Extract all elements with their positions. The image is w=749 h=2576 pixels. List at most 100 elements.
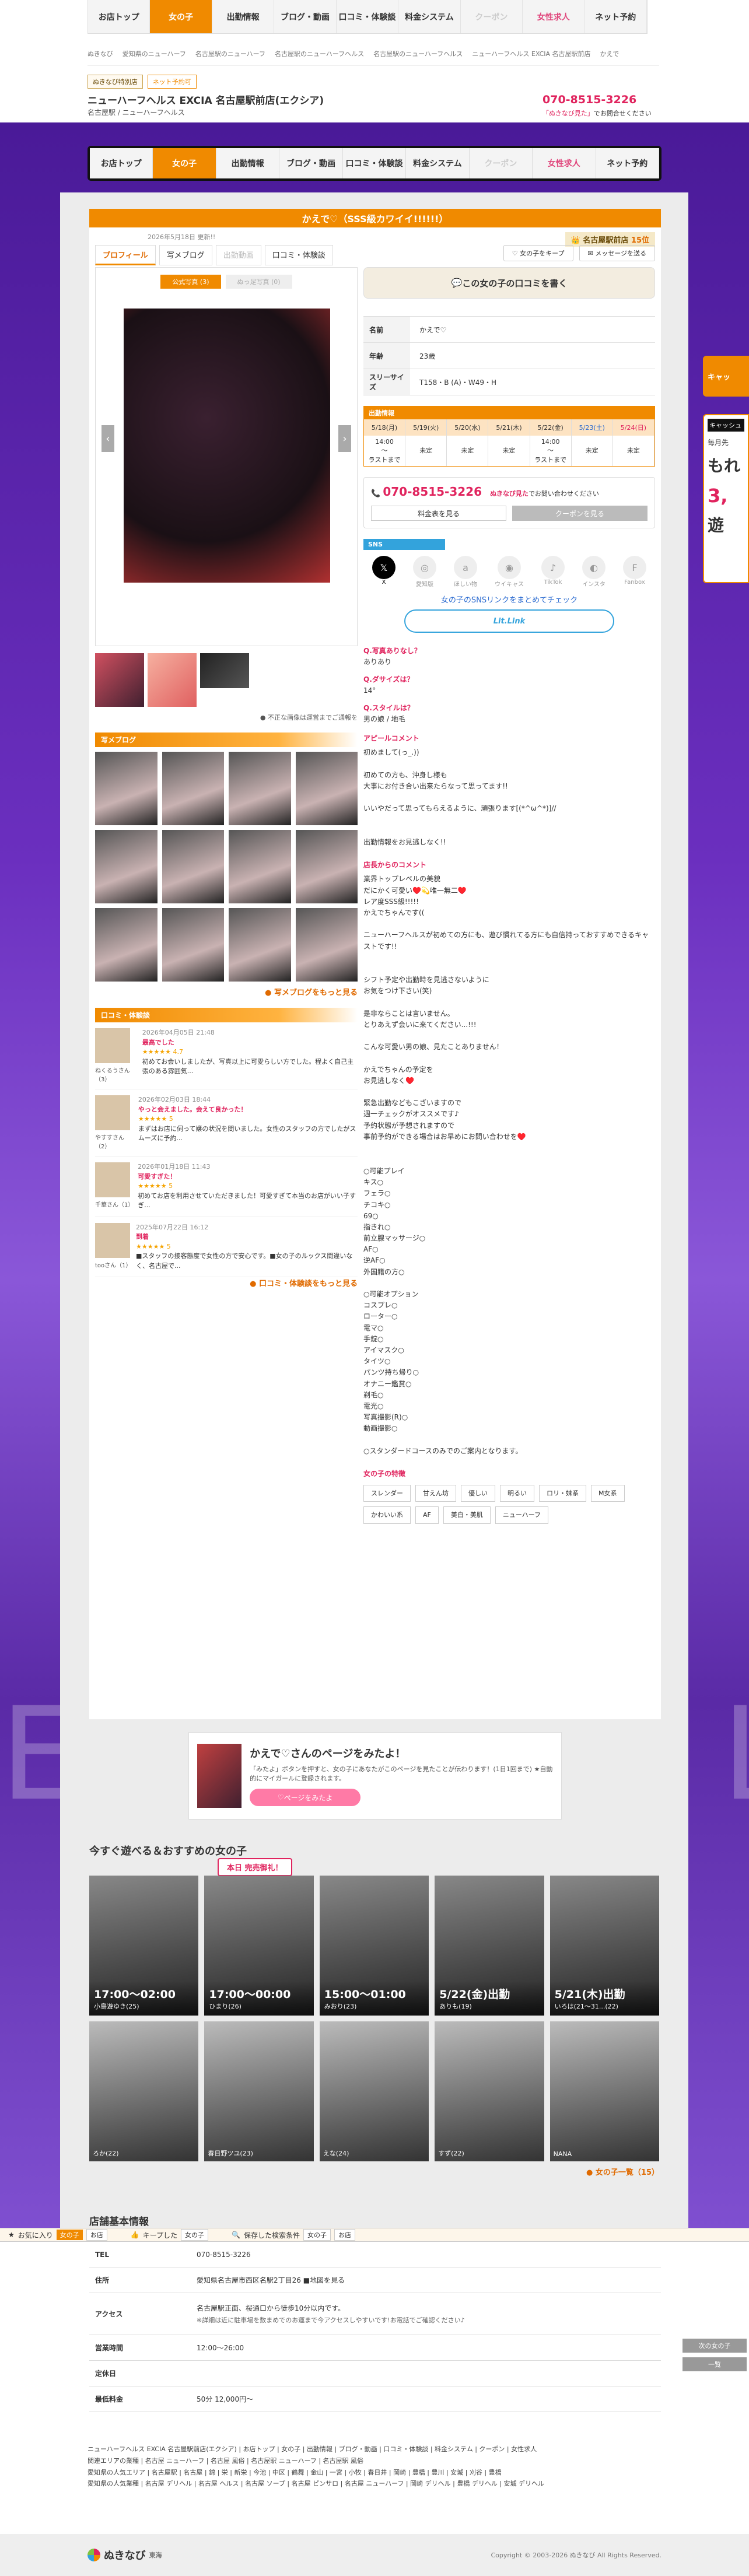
feature-tags: スレンダー 甘えん坊 優しい 明るい ロリ・妹系 M女系かわいい系 AF 美白・美肌 ニューハー… [363,1485,655,1524]
side-cashback-banner[interactable]: キャッシュ 毎月先 もれ 3, 遊 [703,414,749,583]
photo-report-note[interactable]: ● 不正な画像は運営までご通報を [95,713,358,722]
review-item[interactable]: tooさん（1） 2025年07月22日 16:12 到着 ★★★★★ 5 ■スタッフの… [95,1217,358,1277]
girls-list-link[interactable]: ● 女の子一覧（15） [89,2166,659,2177]
recommend-card[interactable]: 春日野ツユ(23) [204,2021,314,2161]
blog-image[interactable] [162,752,224,825]
recommend-card[interactable]: えな(24) [319,2021,429,2161]
sns-item: a ほしい物 [454,556,477,588]
review-item[interactable]: 千華さん（1） 2026年01月18日 11:43 可愛すぎた！ ★★★★★ 5 初めて… [95,1156,358,1217]
blog-more-link[interactable]: ● 写メブログをもっと見る [95,986,358,997]
thumbnail[interactable] [148,653,197,707]
feature-tag[interactable]: AF [415,1506,439,1524]
nav-item[interactable]: クーポン [461,0,523,33]
nav-item[interactable]: 料金システム [398,0,461,33]
extra-photo-tab[interactable]: ぬっ足写真 (0) [225,275,292,289]
nav-item[interactable]: お店トップ [90,148,153,178]
nav-item[interactable]: 出勤情報 [212,0,275,33]
feature-tag[interactable]: 美白・美肌 [443,1506,491,1524]
nav-item[interactable]: 女の子 [150,0,212,33]
nav-item[interactable]: 出勤情報 [216,148,280,178]
keep-button[interactable]: ♡ 女の子をキープ [503,245,573,261]
nav-item[interactable]: 女の子 [153,148,216,178]
nav-item[interactable]: クーポン [469,148,533,178]
recommend-card[interactable]: 17:00〜02:00 小鳥遊ゆき(25) [89,1876,199,2016]
nav-item[interactable]: お店トップ [88,0,150,33]
nav-item[interactable]: ブログ・動画 [279,148,343,178]
recommend-card[interactable]: 15:00〜01:00 みおり(23) [319,1876,429,2016]
nav-item[interactable]: 口コミ・体験談 [337,0,399,33]
header-tel[interactable]: 070-8515-3226 「ぬきなび見た」でお問合せください [542,93,652,118]
blog-image[interactable] [295,830,358,903]
main-photo[interactable] [124,309,330,583]
nav-item[interactable]: 料金システム [406,148,470,178]
tel-number[interactable]: 070-8515-3226 [383,485,482,499]
nav-item[interactable]: 女性求人 [523,0,585,33]
nav-item[interactable]: ネット予約 [596,148,659,178]
recommend-card[interactable]: NANA [550,2021,659,2161]
blog-image[interactable] [295,752,358,825]
feature-tag[interactable]: 甘えん坊 [415,1485,456,1502]
thumbnail[interactable] [95,653,144,707]
feature-tag[interactable]: スレンダー [363,1485,411,1502]
girl-tab[interactable]: 出勤動画 [215,245,261,265]
review-item[interactable]: ねくるうさん（3） 2026年04月05日 21:48 最高でした ★★★★★ 4.7… [95,1022,358,1089]
feature-tag[interactable]: M女系 [591,1485,625,1502]
feature-tag[interactable]: 優しい [461,1485,495,1502]
blog-image[interactable] [162,830,224,903]
review-item[interactable]: やすすさん（2） 2026年02月03日 18:44 やっと会えました。会えて良かっ… [95,1089,358,1156]
girl-tab[interactable]: 口コミ・体験談 [264,245,333,265]
recommend-card[interactable]: 17:00〜00:00 ひまり(26) [204,1876,314,2016]
breadcrumb-item[interactable]: ニューハーフヘルス EXCIA 名古屋駅前店 [472,49,590,58]
feature-tag[interactable]: ニューハーフ [495,1506,548,1524]
nav-item[interactable]: ネット予約 [585,0,647,33]
feature-tag[interactable]: ロリ・妹系 [539,1485,586,1502]
prev-arrow-icon[interactable]: ‹ [102,425,114,452]
breadcrumb-item[interactable]: ぬきなび [88,49,113,58]
sns-link-text[interactable]: 女の子のSNSリンクをまとめてチェック [363,594,655,605]
thumbnail[interactable] [200,653,249,688]
blog-image[interactable] [295,908,358,982]
next-girl-button[interactable]: 次の女の子 [682,2339,747,2353]
shop-info-row: アクセス 名古屋駅正面、桜通口から徒歩10分以内です。 ※詳細は近に駐車場を数まめで… [89,2293,661,2335]
profile-key: 名前 [363,317,410,342]
tel-number[interactable]: 070-8515-3226 [542,93,636,106]
breadcrumb-item[interactable]: 愛知県のニューハーフ [123,49,186,58]
recommend-card[interactable]: すず(22) [435,2021,544,2161]
litlink-button[interactable]: Lit.Link [404,609,614,633]
mitayo-button[interactable]: ♡ ページをみたよ [250,1789,361,1806]
review-more-link[interactable]: ● 口コミ・体験談をもっと見る [95,1277,358,1288]
list-button[interactable]: 一覧 [682,2357,747,2371]
breadcrumb-item[interactable]: 名古屋駅のニューハーフヘルス [373,49,463,58]
nav-item[interactable]: 女性求人 [533,148,596,178]
nav-item[interactable]: 口コミ・体験談 [342,148,407,178]
site-logo[interactable]: ぬきなび 東海 [88,2547,162,2563]
message-button[interactable]: ✉ メッセージを送る [579,245,655,261]
side-cashback-tab[interactable]: キャッ [703,356,749,397]
blog-image[interactable] [95,908,158,982]
feature-tag[interactable]: 明るい [500,1485,534,1502]
next-arrow-icon[interactable]: › [338,425,351,452]
recommend-time: 15:00〜01:00 [324,1988,406,2001]
recommend-card[interactable]: 5/22(金)出勤 ありも(19) [435,1876,544,2016]
feature-tag[interactable]: かわいい系 [363,1506,411,1524]
blog-image[interactable] [229,908,291,982]
play-list: ○可能プレイ キス○ フェラ○ チコキ○ 69○ 指きれ○ 前立腺マッサージ○ … [363,1166,523,1455]
girl-tab[interactable]: 写メブログ [159,245,212,265]
breadcrumb-item[interactable]: 名古屋駅のニューハーフヘルス [275,49,364,58]
sns-item[interactable]: 𝕏X [372,556,396,588]
blog-image[interactable] [95,752,158,825]
coupon-button[interactable]: クーポンを見る [512,506,648,521]
official-photo-tab[interactable]: 公式写真 (3) [160,275,221,289]
sns-icon[interactable]: 𝕏 [372,556,396,579]
breadcrumb-item[interactable]: 名古屋駅のニューハーフ [195,49,265,58]
nav-item[interactable]: ブログ・動画 [274,0,337,33]
write-review-button[interactable]: 💬 この女の子の口コミを書く [363,267,655,299]
blog-image[interactable] [229,752,291,825]
blog-image[interactable] [95,830,158,903]
recommend-card[interactable]: ろか(22) [89,2021,199,2161]
recommend-card[interactable]: 5/21(木)出勤 いろは(21〜31...(22) [550,1876,659,2016]
blog-image[interactable] [162,908,224,982]
fee-button[interactable]: 料金表を見る [371,506,506,521]
blog-image[interactable] [229,830,291,903]
girl-tab[interactable]: プロフィール [95,245,156,265]
